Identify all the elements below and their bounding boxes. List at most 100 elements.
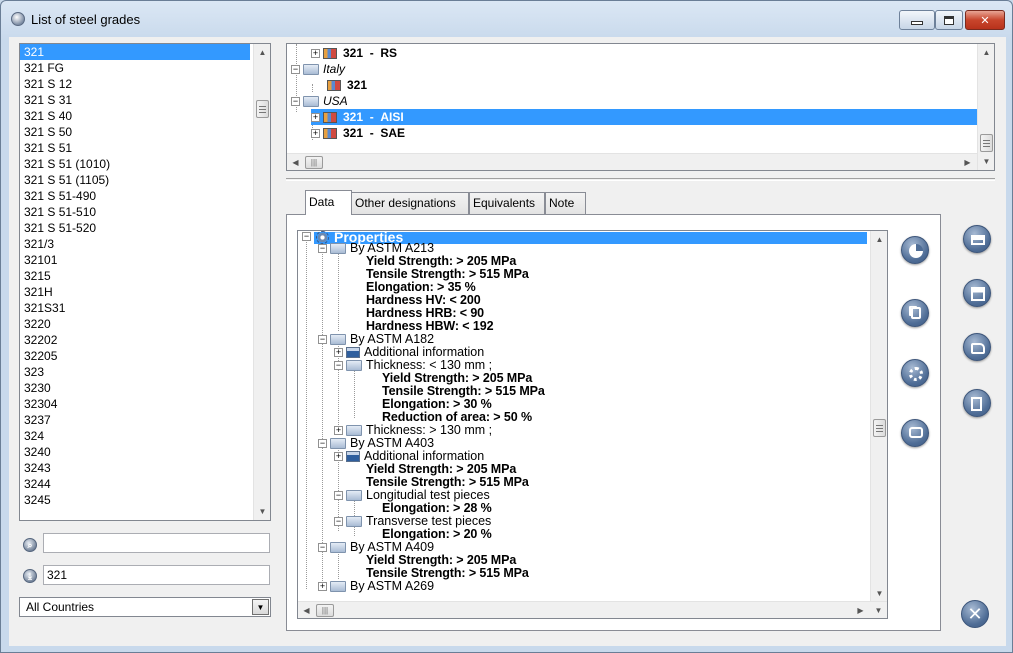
grade-list-item[interactable]: 324 (20, 428, 250, 444)
tree-row-aisi[interactable]: +321 - AISI (311, 109, 977, 125)
scroll-thumb[interactable] (873, 419, 886, 437)
grade-list-item[interactable]: 321 S 51-520 (20, 220, 250, 236)
expand-icon[interactable]: + (318, 582, 327, 592)
expand-icon[interactable]: + (311, 129, 320, 139)
scroll-thumb[interactable] (256, 100, 269, 118)
collapse-icon[interactable]: − (334, 361, 343, 371)
grade-list-item[interactable]: 321 S 51 (1105) (20, 172, 250, 188)
collapse-icon[interactable]: − (318, 439, 327, 449)
grade-list-item[interactable]: 321 S 51-510 (20, 204, 250, 220)
tree-row-italy[interactable]: − Italy (291, 61, 345, 77)
expand-icon[interactable]: + (334, 452, 343, 462)
collapse-icon[interactable]: − (318, 335, 327, 345)
collapse-icon[interactable]: − (318, 244, 327, 254)
grade-list-item[interactable]: 321S31 (20, 300, 250, 316)
scroll-up-arrow-icon[interactable]: ▲ (254, 44, 270, 61)
tree-row-properties[interactable]: − (302, 231, 314, 244)
expand-icon[interactable]: + (334, 348, 343, 358)
chart-button[interactable] (901, 236, 929, 264)
grade-list-item[interactable]: 321 S 50 (20, 124, 250, 140)
grade-list[interactable]: 321 321 FG 321 S 12 321 S 31 321 S 40 321 S 5… (19, 43, 271, 521)
copy-button[interactable] (901, 299, 929, 327)
grade-list-item[interactable]: 3244 (20, 476, 250, 492)
expand-icon[interactable]: + (334, 426, 343, 436)
grade-list-item[interactable]: 321 (20, 44, 250, 60)
save-button[interactable] (963, 279, 991, 307)
maximize-button[interactable] (935, 10, 963, 30)
tree-row-a269[interactable]: + By ASTM A269 (318, 578, 434, 594)
scroll-left-arrow-icon[interactable]: ◀ (287, 154, 304, 170)
print-button[interactable] (963, 225, 991, 253)
scroll-left-arrow-icon[interactable]: ◀ (298, 602, 315, 618)
scroll-thumb[interactable]: ||| (305, 156, 323, 169)
grade-list-item[interactable]: 321 S 40 (20, 108, 250, 124)
comment-button[interactable] (901, 419, 929, 447)
grade-list-item[interactable]: 32202 (20, 332, 250, 348)
tab-other-designations[interactable]: Other designations (351, 192, 469, 214)
close-dialog-button[interactable]: ✕ (961, 600, 989, 628)
scroll-down-arrow-icon[interactable]: ▼ (871, 585, 887, 602)
grade-list-item[interactable]: 3240 (20, 444, 250, 460)
grade-list-item[interactable]: 3243 (20, 460, 250, 476)
scroll-right-arrow-icon[interactable]: ▶ (852, 602, 869, 618)
grade-list-item[interactable]: 32304 (20, 396, 250, 412)
collapse-icon[interactable]: − (302, 232, 311, 242)
search-input[interactable] (43, 533, 270, 553)
tree-row-italy-321[interactable]: 321 (327, 77, 367, 93)
collapse-icon[interactable]: − (291, 97, 300, 107)
grade-list-item[interactable]: 321 S 51 (1010) (20, 156, 250, 172)
scroll-up-arrow-icon[interactable]: ▲ (978, 44, 994, 61)
tab-data[interactable]: Data (305, 190, 352, 215)
country-select[interactable]: All Countries ▼ (19, 597, 271, 617)
grade-list-item[interactable]: 32205 (20, 348, 250, 364)
close-window-button[interactable]: ✕ (965, 10, 1005, 30)
grade-list-item[interactable]: 32101 (20, 252, 250, 268)
export-button[interactable] (963, 389, 991, 417)
tree-country-label: Italy (323, 62, 346, 76)
tab-note[interactable]: Note (545, 192, 586, 214)
scroll-right-arrow-icon[interactable]: ▶ (959, 154, 976, 170)
tree-row-sae[interactable]: +321 - SAE (311, 125, 405, 141)
collapse-icon[interactable]: − (334, 517, 343, 527)
scroll-thumb[interactable] (980, 134, 993, 152)
scroll-up-arrow-icon[interactable]: ▲ (871, 231, 887, 248)
expand-icon[interactable]: + (311, 113, 320, 123)
tab-equivalents[interactable]: Equivalents (469, 192, 545, 214)
grade-list-item[interactable]: 3237 (20, 412, 250, 428)
grade-list-item[interactable]: 321 S 51 (20, 140, 250, 156)
grade-list-item[interactable]: 3230 (20, 380, 250, 396)
properties-tree[interactable]: − Properties − By ASTM A213 Yield Strengt… (297, 230, 888, 619)
grade-list-item[interactable]: 321 S 51-490 (20, 188, 250, 204)
settings-button[interactable] (901, 359, 929, 387)
scroll-down-arrow-icon[interactable]: ▼ (870, 602, 887, 618)
collapse-icon[interactable]: − (334, 491, 343, 501)
country-tree-vscroll[interactable]: ▲ ▼ (977, 44, 994, 170)
scroll-down-arrow-icon[interactable]: ▼ (254, 503, 270, 520)
grade-list-scrollbar[interactable]: ▲ ▼ (253, 44, 270, 520)
collapse-icon[interactable]: − (318, 543, 327, 553)
grade-list-item[interactable]: 321 S 12 (20, 76, 250, 92)
expand-icon[interactable]: + (311, 49, 320, 59)
grade-input[interactable] (43, 565, 270, 585)
open-button[interactable] (963, 333, 991, 361)
tree-row-usa[interactable]: − USA (291, 93, 348, 109)
chevron-down-icon[interactable]: ▼ (252, 599, 269, 615)
grade-list-item[interactable]: 321 S 31 (20, 92, 250, 108)
country-tree[interactable]: +321 - RS − Italy 321 − USA +321 - AISI +3… (286, 43, 995, 171)
grade-list-item[interactable]: 323 (20, 364, 250, 380)
scroll-down-arrow-icon[interactable]: ▼ (978, 153, 994, 170)
tree-row-rs[interactable]: +321 - RS (311, 45, 397, 61)
grade-list-item[interactable]: 3245 (20, 492, 250, 508)
grade-list-item[interactable]: 321/3 (20, 236, 250, 252)
collapse-icon[interactable]: − (291, 65, 300, 75)
minimize-button[interactable] (899, 10, 935, 30)
grade-list-item[interactable]: 321 FG (20, 60, 250, 76)
properties-vscroll[interactable]: ▲ ▼ (870, 231, 887, 602)
scroll-thumb[interactable]: ||| (316, 604, 334, 617)
grade-list-item[interactable]: 321H (20, 284, 250, 300)
splitter[interactable] (286, 178, 995, 181)
grade-list-item[interactable]: 3215 (20, 268, 250, 284)
grade-list-item[interactable]: 3220 (20, 316, 250, 332)
country-tree-hscroll[interactable]: ◀ ||| ▶ (287, 153, 977, 170)
properties-hscroll[interactable]: ◀ ||| ▶ ▼ (298, 601, 887, 618)
